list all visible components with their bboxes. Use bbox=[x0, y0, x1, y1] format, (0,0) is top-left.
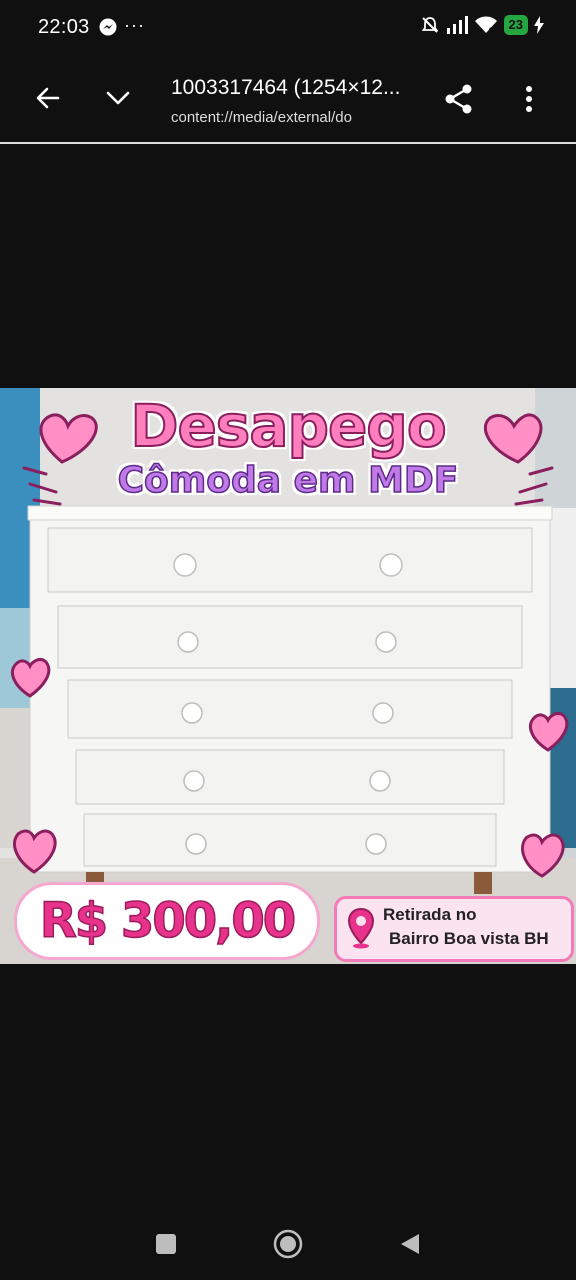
app-bar: 1003317464 (1254×12... content://media/e… bbox=[0, 56, 576, 142]
home-circle-icon bbox=[273, 1229, 303, 1259]
recents-button[interactable] bbox=[152, 1230, 180, 1258]
collapse-button[interactable] bbox=[100, 80, 136, 116]
more-vert-icon bbox=[526, 86, 532, 112]
more-notifications-icon: ··· bbox=[124, 15, 145, 35]
app-bar-divider bbox=[0, 142, 576, 144]
recents-square-icon bbox=[156, 1234, 176, 1254]
signal-icon bbox=[446, 16, 468, 34]
share-button[interactable] bbox=[440, 80, 478, 118]
headline: Desapego bbox=[129, 391, 447, 461]
messenger-icon bbox=[99, 18, 117, 36]
chevron-down-icon bbox=[106, 91, 130, 105]
status-bar: 22:03 ··· 23 bbox=[0, 0, 576, 56]
subheadline: Cômoda em MDF bbox=[117, 459, 459, 502]
status-icons: 23 bbox=[420, 15, 544, 35]
pickup-line-1: Retirada no bbox=[383, 905, 477, 924]
location-pin-icon bbox=[347, 907, 375, 949]
overflow-menu-button[interactable] bbox=[512, 80, 546, 118]
nav-back-button[interactable] bbox=[396, 1230, 424, 1258]
status-time: 22:03 bbox=[38, 16, 90, 38]
home-button[interactable] bbox=[272, 1228, 304, 1260]
pickup-line-2: Bairro Boa vista BH bbox=[389, 929, 549, 948]
share-icon bbox=[445, 84, 472, 114]
file-uri: content://media/external/do bbox=[171, 109, 352, 126]
price-badge: R$ 300,00 bbox=[14, 882, 320, 960]
system-nav-bar bbox=[0, 1210, 576, 1280]
back-arrow-icon bbox=[36, 87, 60, 109]
image-viewer[interactable]: Desapego Cômoda em MDF R$ 300,00 Retirad… bbox=[0, 388, 576, 964]
wifi-icon bbox=[474, 16, 497, 33]
battery-icon: 23 bbox=[503, 15, 528, 35]
pickup-badge: Retirada no Bairro Boa vista BH bbox=[334, 896, 574, 962]
file-title: 1003317464 (1254×12... bbox=[171, 76, 401, 99]
back-button[interactable] bbox=[30, 80, 66, 116]
bell-off-icon bbox=[421, 17, 438, 33]
charging-icon bbox=[534, 16, 544, 34]
back-triangle-icon bbox=[401, 1234, 419, 1254]
